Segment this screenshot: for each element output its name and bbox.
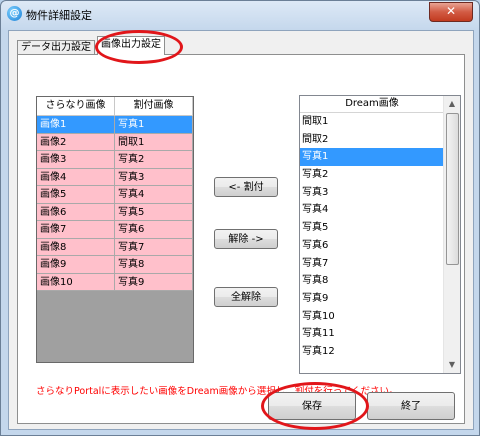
grid-row[interactable]: 画像3 写真2 xyxy=(37,151,193,169)
grid-cell-sarani-image[interactable]: 画像7 xyxy=(37,221,115,239)
grid-row[interactable]: 画像10 写真9 xyxy=(37,273,193,291)
list-scrollbar[interactable]: ▲ ▼ xyxy=(443,96,460,373)
dream-list-item[interactable]: 写真7 xyxy=(300,255,444,273)
grid-header-assigned[interactable]: 割付画像 xyxy=(115,97,193,115)
grid-header-row: さらなり画像 割付画像 xyxy=(37,97,193,116)
dream-list-item[interactable]: 写真10 xyxy=(300,308,444,326)
dream-image-list[interactable]: Dream画像 間取1 間取2 写真1 写真2 写真3 写真4 写真5 写真6 写真7 写真8 写真… xyxy=(299,95,461,374)
tab-image-output[interactable]: 画像出力設定 xyxy=(97,36,165,55)
dream-list-item[interactable]: 写真3 xyxy=(300,184,444,202)
dream-list-item[interactable]: 写真4 xyxy=(300,201,444,219)
unassign-button[interactable]: 解除 -> xyxy=(214,229,278,249)
dream-list-item[interactable]: 写真2 xyxy=(300,166,444,184)
grid-row[interactable]: 画像9 写真8 xyxy=(37,256,193,274)
grid-cell-assigned-image[interactable]: 写真9 xyxy=(115,273,193,291)
save-button[interactable]: 保存 xyxy=(268,392,356,420)
grid-row[interactable]: 画像1 写真1 xyxy=(37,116,193,134)
grid-cell-assigned-image[interactable]: 写真8 xyxy=(115,256,193,274)
grid-cell-assigned-image[interactable]: 写真2 xyxy=(115,151,193,169)
grid-cell-sarani-image[interactable]: 画像6 xyxy=(37,203,115,221)
grid-header-sarani[interactable]: さらなり画像 xyxy=(37,97,115,115)
grid-cell-assigned-image[interactable]: 写真7 xyxy=(115,238,193,256)
dream-list-item[interactable]: 写真6 xyxy=(300,237,444,255)
grid-cell-sarani-image[interactable]: 画像3 xyxy=(37,151,115,169)
grid-row[interactable]: 画像8 写真7 xyxy=(37,238,193,256)
grid-cell-assigned-image[interactable]: 写真1 xyxy=(115,116,193,134)
grid-cell-assigned-image[interactable]: 間取1 xyxy=(115,133,193,151)
dream-list-item[interactable]: 写真9 xyxy=(300,290,444,308)
client-area: データ出力設定 画像出力設定 さらなり画像 割付画像 画像1 写真1 画像2 間取1 画… xyxy=(8,30,474,430)
tab-data-output[interactable]: データ出力設定 xyxy=(17,40,95,55)
grid-cell-sarani-image[interactable]: 画像2 xyxy=(37,133,115,151)
grid-cell-assigned-image[interactable]: 写真6 xyxy=(115,221,193,239)
grid-cell-assigned-image[interactable]: 写真4 xyxy=(115,186,193,204)
grid-row[interactable]: 画像4 写真3 xyxy=(37,168,193,186)
grid-cell-sarani-image[interactable]: 画像5 xyxy=(37,186,115,204)
grid-cell-sarani-image[interactable]: 画像1 xyxy=(37,116,115,134)
dream-list-item[interactable]: 写真12 xyxy=(300,343,444,361)
grid-row[interactable]: 画像2 間取1 xyxy=(37,133,193,151)
grid-cell-sarani-image[interactable]: 画像9 xyxy=(37,256,115,274)
app-icon: @ xyxy=(7,6,22,21)
dream-list-body: 間取1 間取2 写真1 写真2 写真3 写真4 写真5 写真6 写真7 写真8 写真9 写真10 写真1… xyxy=(300,113,460,361)
grid-body: 画像1 写真1 画像2 間取1 画像3 写真2 画像4 写真3 画像5 写真4 画像6 写真5 画像7 写… xyxy=(37,116,193,291)
dream-list-item[interactable]: 間取2 xyxy=(300,131,444,149)
grid-row[interactable]: 画像6 写真5 xyxy=(37,203,193,221)
grid-cell-sarani-image[interactable]: 画像4 xyxy=(37,168,115,186)
dialog-window: @ 物件詳細設定 ✕ データ出力設定 画像出力設定 さらなり画像 割付画像 画像… xyxy=(0,0,480,436)
tab-panel-image-output: さらなり画像 割付画像 画像1 写真1 画像2 間取1 画像3 写真2 画像4 写真3 画像5 写… xyxy=(17,54,465,424)
grid-cell-assigned-image[interactable]: 写真5 xyxy=(115,203,193,221)
scroll-down-arrow-icon[interactable]: ▼ xyxy=(444,357,460,373)
close-window-button[interactable]: ✕ xyxy=(429,2,473,22)
close-button[interactable]: 終了 xyxy=(367,392,455,420)
assigned-images-grid[interactable]: さらなり画像 割付画像 画像1 写真1 画像2 間取1 画像3 写真2 画像4 写真3 画像5 写… xyxy=(36,96,194,363)
grid-cell-assigned-image[interactable]: 写真3 xyxy=(115,168,193,186)
dream-list-item[interactable]: 写真11 xyxy=(300,325,444,343)
scroll-up-arrow-icon[interactable]: ▲ xyxy=(444,96,460,112)
dream-list-header: Dream画像 xyxy=(300,96,444,113)
dream-list-item[interactable]: 写真5 xyxy=(300,219,444,237)
grid-cell-sarani-image[interactable]: 画像10 xyxy=(37,273,115,291)
dream-list-item[interactable]: 写真1 xyxy=(300,148,444,167)
dream-list-item[interactable]: 間取1 xyxy=(300,113,444,131)
scrollbar-thumb[interactable] xyxy=(446,113,459,265)
unassign-all-button[interactable]: 全解除 xyxy=(214,287,278,307)
dream-list-item[interactable]: 写真8 xyxy=(300,272,444,290)
grid-cell-sarani-image[interactable]: 画像8 xyxy=(37,238,115,256)
assign-button[interactable]: <- 割付 xyxy=(214,177,278,197)
grid-row[interactable]: 画像7 写真6 xyxy=(37,221,193,239)
window-title: 物件詳細設定 xyxy=(26,9,92,22)
title-bar: @ 物件詳細設定 ✕ xyxy=(1,1,479,27)
grid-row[interactable]: 画像5 写真4 xyxy=(37,186,193,204)
